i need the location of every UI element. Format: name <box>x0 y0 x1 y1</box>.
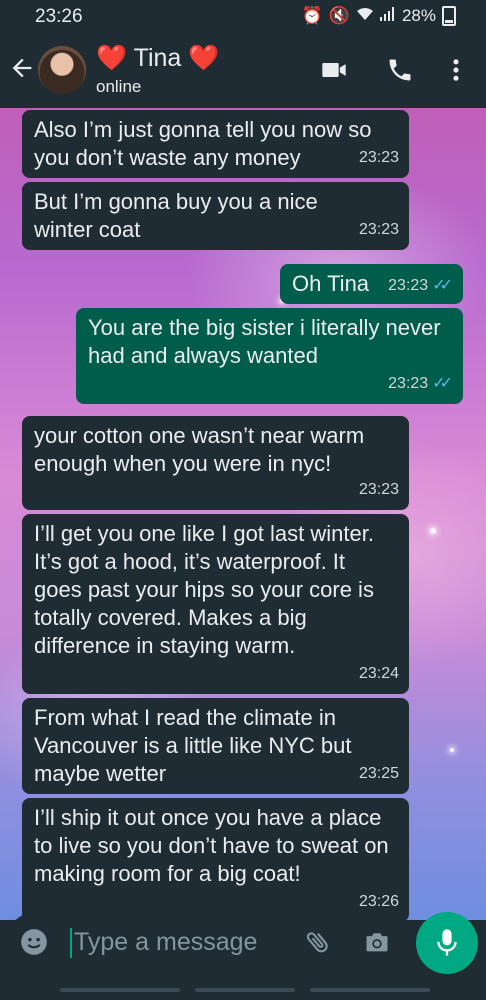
message-text: Also I’m just gonna tell you now so you … <box>34 117 372 170</box>
wallpaper-star <box>430 528 436 534</box>
read-receipt-icon: ✓✓ <box>432 375 453 392</box>
system-nav-bar <box>0 980 486 1000</box>
message-input[interactable]: Type a message <box>74 928 257 957</box>
status-bar: 23:26 ⏰ 🔇 28% <box>0 0 486 32</box>
message-time-label: 23:23 <box>358 221 399 238</box>
message-time-label: 23:23 <box>358 149 399 166</box>
nav-home-button[interactable] <box>195 988 295 992</box>
more-options-icon[interactable] <box>442 56 470 84</box>
video-call-icon[interactable] <box>320 56 348 84</box>
contact-name[interactable]: ❤️ Tina ❤️ <box>96 44 219 73</box>
message-time-label: 23:25 <box>358 765 399 782</box>
alarm-icon: ⏰ <box>301 6 323 25</box>
phone-icon[interactable] <box>386 56 414 84</box>
message-incoming[interactable]: But I’m gonna buy you a nice winter coat… <box>22 182 409 250</box>
wallpaper-star <box>450 748 454 752</box>
signal-icon <box>379 6 396 26</box>
message-time-label: 23:23 <box>388 277 429 294</box>
status-icons: ⏰ 🔇 28% <box>302 6 456 26</box>
message-time-label: 23:23 <box>358 481 399 498</box>
message-time-label: 23:23 <box>388 375 429 392</box>
message-text: I’ll ship it out once you have a place t… <box>34 805 389 886</box>
nav-recent-button[interactable] <box>60 988 180 992</box>
message-composer: Type a message <box>6 912 408 972</box>
emoji-icon[interactable] <box>20 928 48 956</box>
message-time-label: 23:24 <box>358 665 399 682</box>
message-text: I’ll get you one like I got last winter.… <box>34 521 374 658</box>
chat-header: ❤️ Tina ❤️ online <box>0 32 486 108</box>
message-incoming[interactable]: I’ll get you one like I got last winter.… <box>22 514 409 694</box>
message-meta: 23:23 ✓✓ <box>388 370 453 398</box>
avatar[interactable] <box>38 46 86 94</box>
mute-icon: 🔇 <box>328 6 350 25</box>
message-time: 23:25 <box>359 760 399 788</box>
message-incoming[interactable]: Also I’m just gonna tell you now so you … <box>22 110 409 178</box>
message-incoming[interactable]: your cotton one wasn’t near warm enough … <box>22 416 409 510</box>
read-receipt-icon: ✓✓ <box>432 277 453 294</box>
status-time: 23:26 <box>35 6 83 27</box>
message-text: But I’m gonna buy you a nice winter coat <box>34 189 318 242</box>
contact-status: online <box>96 77 142 96</box>
camera-icon[interactable] <box>362 928 392 956</box>
microphone-icon <box>437 929 457 956</box>
battery-percent: 28% <box>401 6 436 25</box>
back-arrow-icon[interactable] <box>8 54 36 82</box>
message-meta: 23:23 ✓✓ <box>388 272 453 300</box>
text-caret <box>70 928 72 958</box>
voice-message-button[interactable] <box>416 912 478 974</box>
wifi-icon <box>356 6 374 26</box>
message-time: 23:23 <box>359 144 399 172</box>
message-incoming[interactable]: I’ll ship it out once you have a place t… <box>22 798 409 922</box>
message-text: You are the big sister i literally never… <box>88 315 441 368</box>
attach-icon[interactable] <box>304 928 332 956</box>
nav-back-button[interactable] <box>310 988 430 992</box>
message-incoming[interactable]: From what I read the climate in Vancouve… <box>22 698 409 794</box>
message-text: From what I read the climate in Vancouve… <box>34 705 352 786</box>
message-outgoing[interactable]: Oh Tina 23:23 ✓✓ <box>280 264 463 304</box>
message-outgoing[interactable]: You are the big sister i literally never… <box>76 308 463 404</box>
message-text: your cotton one wasn’t near warm enough … <box>34 423 365 476</box>
message-time: 23:24 <box>359 660 399 688</box>
message-time: 23:23 <box>359 476 399 504</box>
battery-icon <box>442 6 456 26</box>
message-time: 23:23 <box>359 216 399 244</box>
